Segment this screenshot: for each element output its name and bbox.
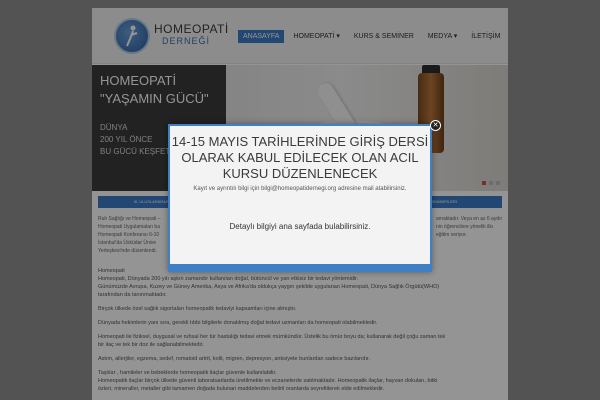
modal-heading: OLARAK KABUL EDİLECEK OLAN ACIL xyxy=(181,150,419,165)
modal-heading: KURSU DÜZENLENECEK xyxy=(222,166,378,181)
modal-subtext: Kayıt ve ayrıntılı bilgi için bilgi@home… xyxy=(193,186,407,192)
modal-body-text: Detaylı bilgiyi ana sayfada bulabilirsin… xyxy=(229,222,371,231)
close-icon[interactable]: ✕ xyxy=(430,120,441,131)
announcement-modal: 14-15 MAYIS TARİHLERİNDE GİRİŞ DERSİ OLA… xyxy=(168,124,432,272)
modal-heading: 14-15 MAYIS TARİHLERİNDE GİRİŞ DERSİ xyxy=(171,134,429,149)
modal-bottom-bar xyxy=(170,264,430,270)
